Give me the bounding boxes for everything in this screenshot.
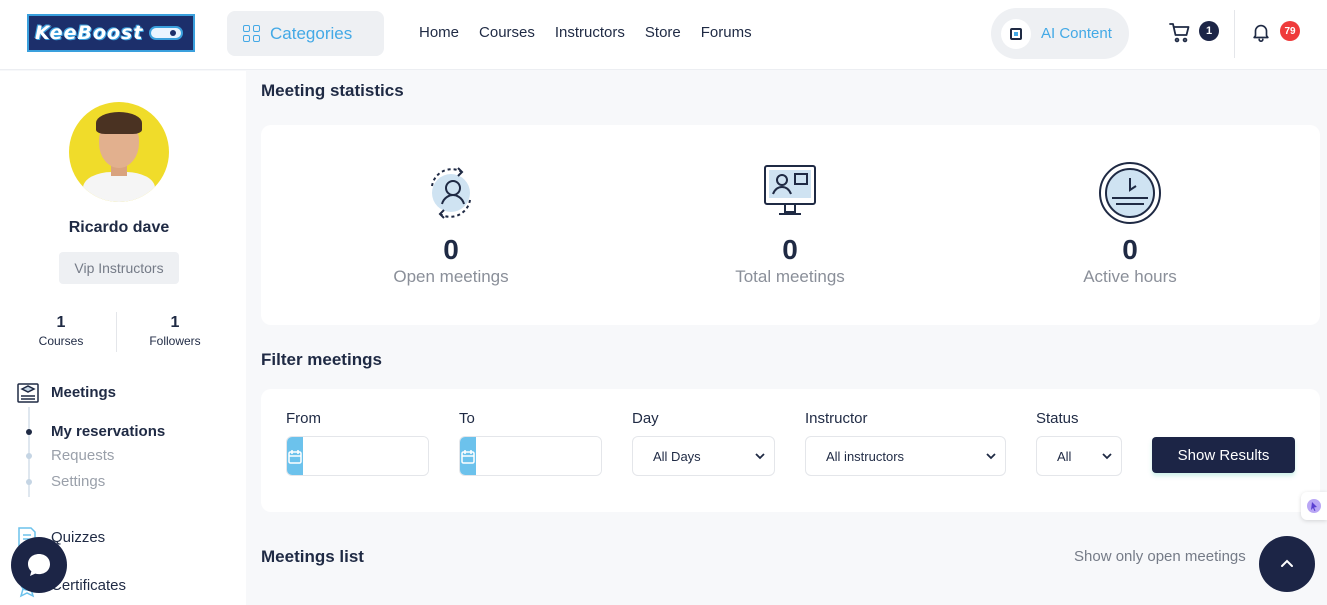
from-date-input[interactable] (303, 437, 428, 475)
total-meetings-stat: 0 Total meetings (700, 160, 880, 287)
logo-text: KeeBoost (35, 22, 144, 44)
bell-icon[interactable] (1250, 21, 1272, 43)
calendar-icon[interactable] (287, 437, 303, 475)
site-logo[interactable]: KeeBoost (27, 14, 195, 52)
followers-count: 1 (170, 314, 180, 331)
to-date-input[interactable] (476, 437, 601, 475)
followers-stat: 1 Followers (120, 314, 230, 348)
total-meetings-icon (764, 165, 816, 215)
cart-count-badge: 1 (1199, 21, 1219, 41)
nav-home[interactable]: Home (419, 24, 459, 41)
day-select-value: All Days (653, 448, 701, 464)
chevron-down-icon (1102, 453, 1112, 460)
courses-count: 1 (56, 314, 66, 331)
meetings-list-title: Meetings list (261, 547, 364, 566)
open-only-toggle-label[interactable]: Show only open meetings (1074, 548, 1246, 565)
grid-icon (243, 25, 260, 42)
to-label: To (459, 410, 475, 427)
header-divider (1234, 10, 1235, 58)
from-label: From (286, 410, 321, 427)
categories-button[interactable]: Categories (227, 11, 384, 56)
active-hours-label: Active hours (1083, 267, 1177, 286)
ai-content-label: AI Content (1041, 25, 1112, 42)
nav-forums[interactable]: Forums (701, 24, 752, 41)
open-meetings-label: Open meetings (393, 267, 509, 286)
status-select-value: All (1057, 448, 1072, 464)
active-hours-icon (1099, 162, 1161, 224)
sidebar-subitem-settings[interactable]: Settings (51, 473, 105, 490)
from-date-field[interactable] (286, 436, 429, 476)
open-meetings-value: 0 (443, 234, 459, 265)
sidebar-subitem-requests[interactable]: Requests (51, 447, 114, 464)
day-label: Day (632, 410, 659, 427)
show-results-button[interactable]: Show Results (1152, 437, 1295, 473)
stats-title: Meeting statistics (261, 81, 404, 100)
nav-store[interactable]: Store (645, 24, 681, 41)
meetings-icon (17, 383, 39, 403)
courses-label: Courses (38, 334, 84, 348)
chip-icon (1001, 18, 1031, 49)
submenu-dot (26, 429, 32, 435)
followers-label: Followers (149, 334, 201, 348)
status-select[interactable]: All (1036, 436, 1122, 476)
instructor-select[interactable]: All instructors (805, 436, 1006, 476)
chat-bubble-icon (28, 554, 50, 576)
sidebar-subitem-my-reservations[interactable]: My reservations (51, 423, 165, 440)
pointer-icon (1307, 499, 1321, 513)
submenu-dot (26, 479, 32, 485)
stat-divider (116, 312, 117, 352)
status-label: Status (1036, 410, 1079, 427)
chevron-down-icon (755, 453, 765, 460)
avatar[interactable] (69, 102, 169, 202)
instructor-select-value: All instructors (826, 448, 905, 464)
ai-content-button[interactable]: AI Content (991, 8, 1129, 59)
courses-stat: 1 Courses (6, 314, 116, 348)
categories-label: Categories (270, 23, 353, 43)
chevron-up-icon (1281, 559, 1293, 567)
day-select[interactable]: All Days (632, 436, 775, 476)
sidebar: Ricardo dave Vip Instructors 1 Courses 1… (0, 71, 246, 605)
cart-icon[interactable] (1168, 21, 1192, 45)
nav-instructors[interactable]: Instructors (555, 24, 625, 41)
notification-count-badge: 79 (1280, 21, 1300, 41)
submenu-dot (26, 453, 32, 459)
filter-title: Filter meetings (261, 350, 382, 369)
role-badge: Vip Instructors (59, 252, 179, 284)
sidebar-item-quizzes[interactable]: Quizzes (51, 529, 105, 546)
open-meetings-icon (431, 167, 471, 219)
sidebar-item-meetings[interactable]: Meetings (51, 384, 116, 401)
chat-button[interactable] (11, 537, 67, 593)
active-hours-stat: 0 Active hours (1040, 160, 1220, 287)
nav-courses[interactable]: Courses (479, 24, 535, 41)
instructor-label: Instructor (805, 410, 868, 427)
total-meetings-value: 0 (782, 234, 798, 265)
cursor-widget[interactable] (1301, 492, 1327, 520)
open-meetings-stat: 0 Open meetings (361, 160, 541, 287)
chevron-down-icon (986, 453, 996, 460)
top-header: KeeBoost Categories Home Courses Instruc… (0, 0, 1327, 70)
calendar-icon[interactable] (460, 437, 476, 475)
main-nav: Home Courses Instructors Store Forums (419, 24, 752, 41)
user-name: Ricardo dave (68, 219, 170, 236)
to-date-field[interactable] (459, 436, 602, 476)
total-meetings-label: Total meetings (735, 267, 845, 286)
scroll-to-top-button[interactable] (1259, 536, 1315, 592)
active-hours-value: 0 (1122, 234, 1138, 265)
rocket-icon (149, 26, 184, 40)
